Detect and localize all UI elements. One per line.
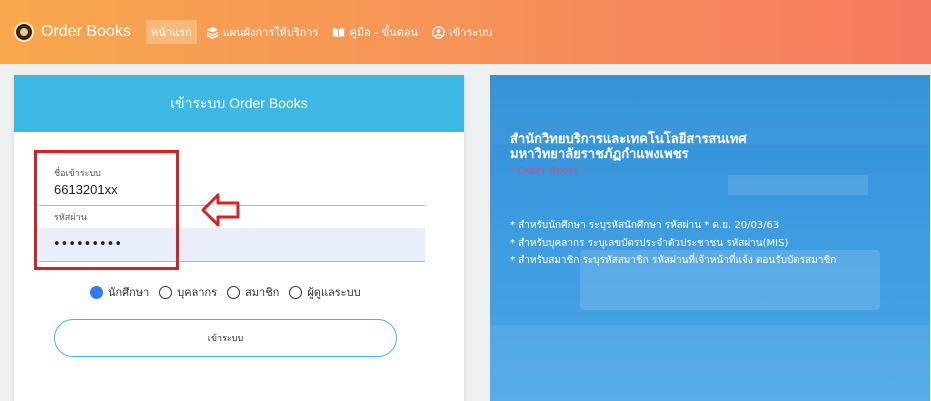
nav-item-manual[interactable]: คู่มือ - ขั้นตอน: [327, 20, 423, 44]
hero-instructions: * สำหรับนักศึกษา ระบุรหัสนักศึกษา รหัสผ่…: [510, 217, 836, 270]
annotation-highlight-box: [34, 150, 179, 270]
hero-background-floor: [490, 325, 930, 401]
role-label-admin: ผู้ดูแลระบบ: [307, 286, 361, 299]
nav-item-service-map[interactable]: แผนผังการให้บริการ: [201, 20, 324, 44]
role-radio-staff[interactable]: [159, 285, 173, 299]
nav-menu: หน้าแรก แผนผังการให้บริการ คู่มือ - ขั้น…: [146, 20, 501, 44]
role-radio-member[interactable]: [227, 285, 241, 299]
left-arrow-annotation-icon: [201, 193, 240, 227]
brand-name: Order Books: [41, 23, 131, 40]
instruction-student: * สำหรับนักศึกษา ระบุรหัสนักศึกษา รหัสผ่…: [510, 220, 780, 231]
instruction-member: * สำหรับสมาชิก ระบุรหัสสมาชิก รหัสผ่านที…: [510, 255, 837, 266]
university-logo-icon: [14, 22, 34, 42]
info-hero-panel: สำนักวิทยบริการและเทคโนโลยีสารสนเทศ มหาว…: [490, 75, 930, 401]
role-radio-admin[interactable]: [289, 285, 303, 299]
instruction-staff: * สำหรับบุคลากร ระบุเลขบัตรประจำตัวประชา…: [510, 237, 789, 249]
role-label-member: สมาชิก: [245, 286, 280, 299]
role-label-student: นักศึกษา: [108, 286, 150, 299]
role-radio-group: นักศึกษา บุคลากร สมาชิก ผู้ดูแลระบบ: [90, 283, 371, 301]
hero-subtitle: " Order Books ": [510, 166, 588, 177]
login-submit-button[interactable]: เข้าระบบ: [54, 319, 397, 357]
hero-background-sign: [728, 175, 868, 195]
hero-title-line-2: มหาวิทยาลัยราชภัฏกำแพงเพชร: [510, 147, 689, 162]
role-radio-student[interactable]: [90, 285, 103, 299]
nav-item-label: แผนผังการให้บริการ: [222, 26, 319, 39]
book-icon: [333, 27, 345, 37]
user-circle-icon: [432, 25, 445, 39]
nav-item-label: คู่มือ - ขั้นตอน: [349, 26, 418, 39]
hero-title: สำนักวิทยบริการและเทคโนโลยีสารสนเทศ มหาว…: [510, 132, 747, 162]
top-navbar: Order Books หน้าแรก แผนผังการให้บริการ ค…: [0, 0, 931, 64]
nav-item-home[interactable]: หน้าแรก: [146, 20, 197, 44]
brand[interactable]: Order Books: [14, 20, 131, 44]
nav-item-login[interactable]: เข้าระบบ: [427, 20, 497, 44]
login-card-title: เข้าระบบ Order Books: [14, 75, 464, 132]
hero-title-line-1: สำนักวิทยบริการและเทคโนโลยีสารสนเทศ: [510, 132, 747, 147]
role-label-staff: บุคลากร: [177, 286, 218, 299]
nav-item-label: หน้าแรก: [151, 26, 192, 39]
nav-item-label: เข้าระบบ: [448, 26, 493, 39]
layers-icon: [206, 26, 219, 39]
